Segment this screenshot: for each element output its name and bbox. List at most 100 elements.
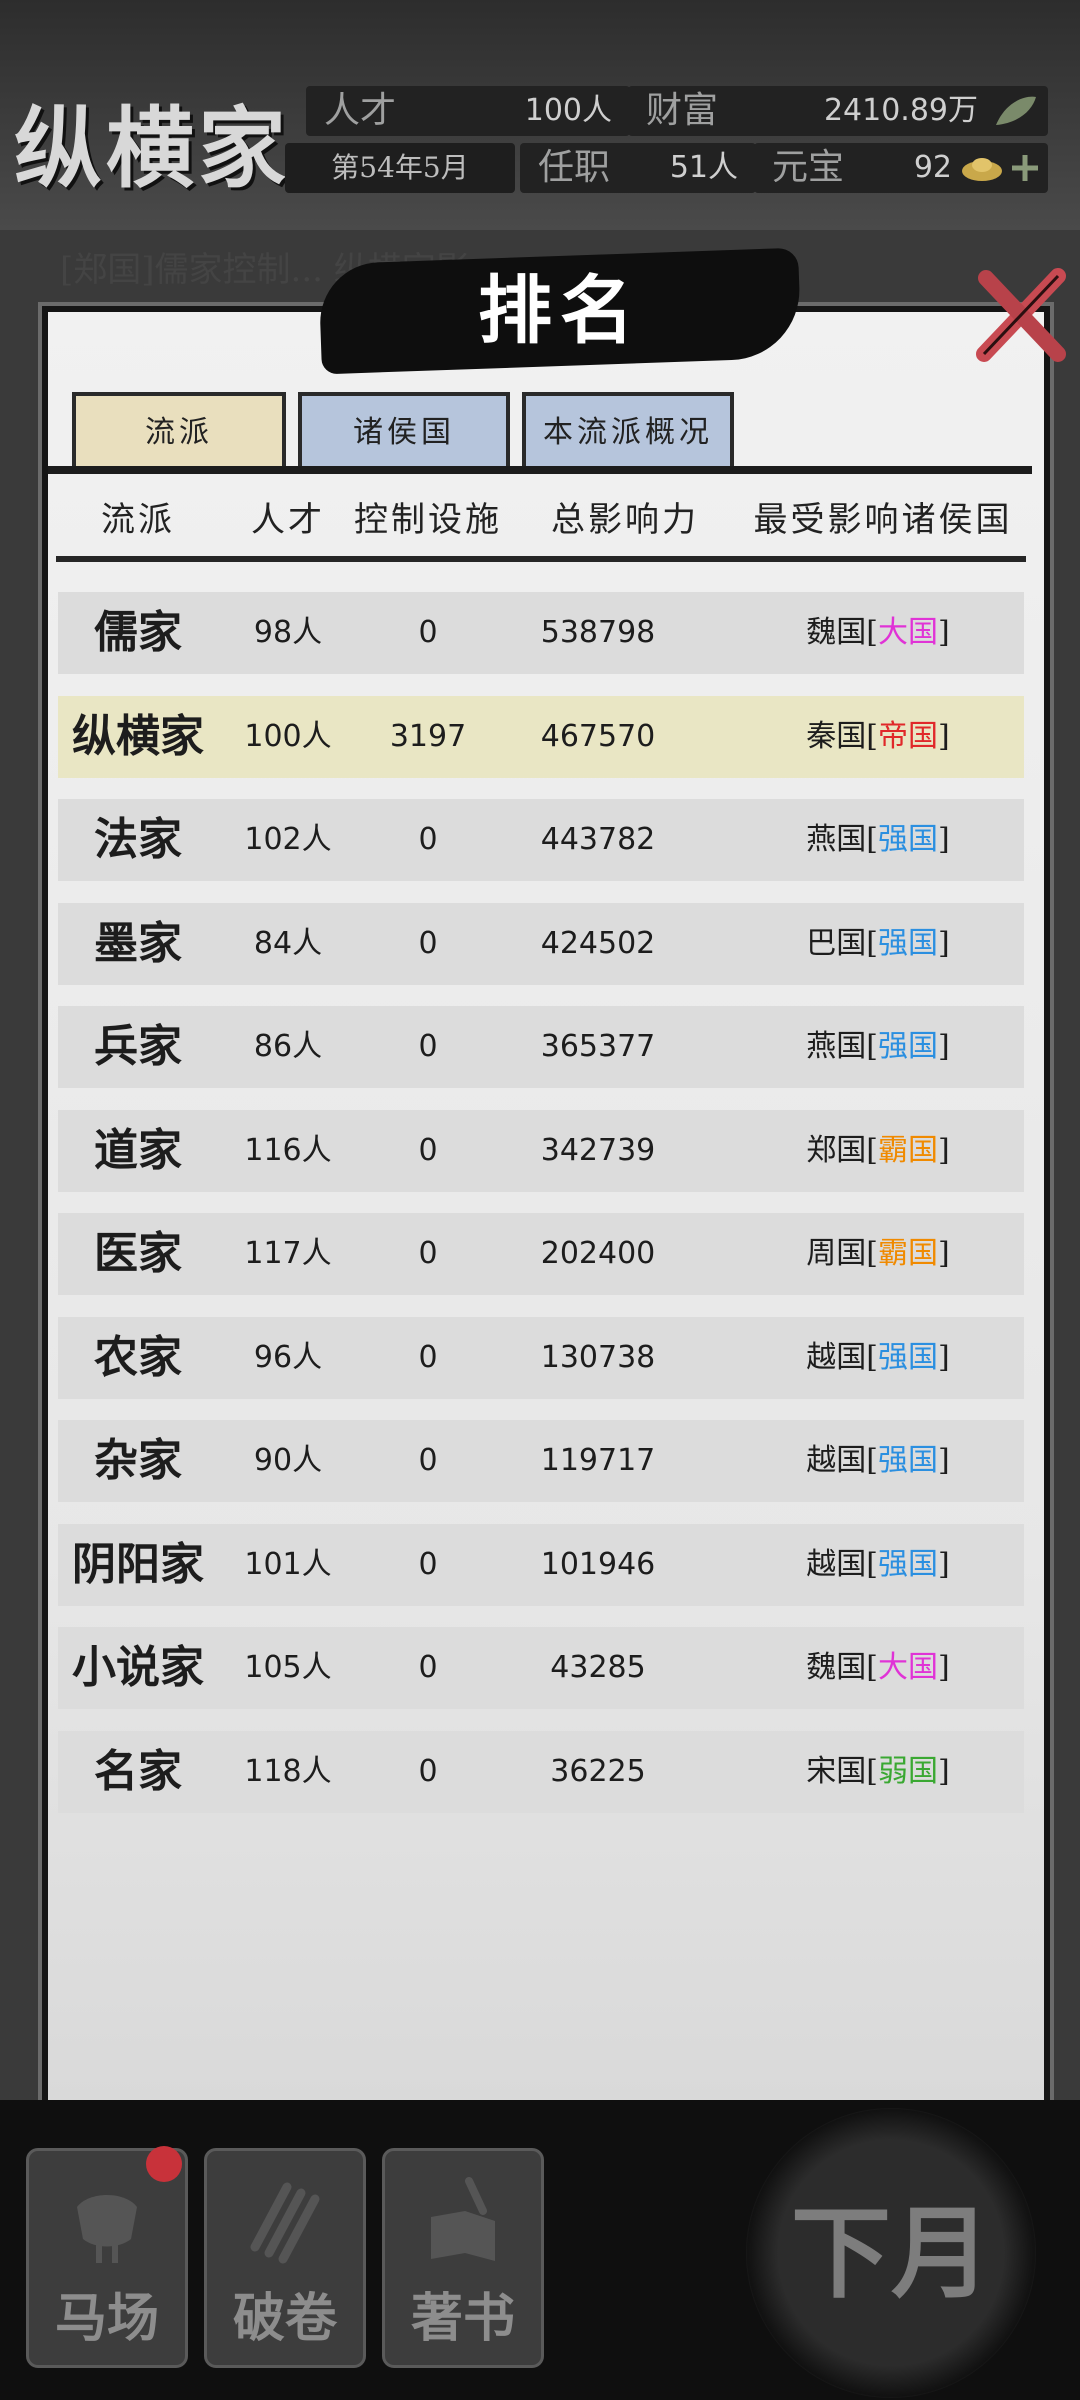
influence-value: 119717 bbox=[540, 1443, 656, 1478]
state-rank: 大国 bbox=[878, 615, 938, 650]
state-rank: 强国 bbox=[878, 822, 938, 857]
table-row[interactable]: 法家 102人 0 443782 燕国[强国] bbox=[58, 799, 1024, 881]
control-count: 0 bbox=[418, 925, 438, 961]
school-name: 儒家 bbox=[94, 607, 182, 658]
table-row[interactable]: 阴阳家 101人 0 101946 越国[强国] bbox=[58, 1523, 1024, 1606]
header-control: 控制设施 bbox=[354, 500, 502, 540]
bracket-close: ] bbox=[938, 615, 950, 650]
control-count: 0 bbox=[418, 1443, 438, 1478]
school-name: 兵家 bbox=[94, 1021, 182, 1072]
notification-dot bbox=[146, 2146, 182, 2182]
state-name: 燕国 bbox=[806, 1029, 867, 1064]
talent-count: 105人 bbox=[244, 1650, 332, 1685]
tab-states[interactable]: 诸侯国 bbox=[298, 392, 510, 470]
influence-value: 101946 bbox=[540, 1546, 656, 1582]
state-name: 周国 bbox=[806, 1236, 867, 1271]
state-cell: 周国[霸国] bbox=[738, 1213, 1018, 1295]
office-stat[interactable]: 任职 51人 bbox=[520, 143, 756, 193]
table-row[interactable]: 兵家 86人 0 365377 燕国[强国] bbox=[58, 1006, 1024, 1088]
bracket-open: [ bbox=[866, 1132, 878, 1168]
tab-school[interactable]: 流派 bbox=[72, 392, 286, 470]
header-talent: 人才 bbox=[251, 500, 325, 540]
plus-icon[interactable] bbox=[1008, 151, 1042, 185]
table-row[interactable]: 农家 96人 0 130738 越国[强国] bbox=[58, 1316, 1024, 1399]
influence-value: 342739 bbox=[540, 1132, 656, 1168]
state-rank: 强国 bbox=[878, 1546, 938, 1582]
scroll-label: 破卷 bbox=[232, 2288, 337, 2349]
control-count: 0 bbox=[418, 1029, 438, 1064]
influence-value: 130738 bbox=[540, 1339, 656, 1375]
tab-overview[interactable]: 本流派概况 bbox=[522, 392, 734, 470]
bracket-close: ] bbox=[938, 925, 950, 961]
wealth-stat[interactable]: 财富 2410.89万 bbox=[628, 86, 1048, 136]
next-month-label: 下月 bbox=[791, 2194, 991, 2312]
talent-label: 人才 bbox=[324, 90, 397, 131]
wealth-label: 财富 bbox=[646, 90, 719, 131]
control-count: 0 bbox=[418, 1546, 438, 1582]
table-row[interactable]: 杂家 90人 0 119717 越国[强国] bbox=[58, 1420, 1024, 1502]
control-count: 0 bbox=[418, 1753, 438, 1789]
control-count: 0 bbox=[418, 1236, 438, 1271]
influence-value: 365377 bbox=[540, 1029, 656, 1064]
bracket-close: ] bbox=[938, 822, 950, 857]
control-count: 0 bbox=[418, 1132, 438, 1168]
school-name: 名家 bbox=[94, 1745, 182, 1797]
saddle-icon bbox=[77, 2195, 137, 2263]
table-row[interactable]: 医家 117人 0 202400 周国[霸国] bbox=[58, 1213, 1024, 1295]
school-name: 医家 bbox=[94, 1228, 182, 1279]
control-count: 3197 bbox=[389, 718, 467, 754]
table-row[interactable]: 墨家 84人 0 424502 巴国[强国] bbox=[58, 902, 1024, 985]
bracket-close: ] bbox=[938, 1753, 950, 1789]
talent-count: 84人 bbox=[253, 925, 323, 961]
state-cell: 巴国[强国] bbox=[738, 903, 1018, 985]
next-month-button[interactable]: 下月 bbox=[746, 2108, 1036, 2398]
bracket-open: [ bbox=[866, 822, 878, 857]
close-icon[interactable] bbox=[966, 262, 1076, 372]
influence-value: 43285 bbox=[550, 1650, 646, 1685]
talent-count: 100人 bbox=[244, 718, 332, 754]
talent-stat[interactable]: 人才 100人 bbox=[306, 86, 630, 136]
table-row[interactable]: 纵横家 100人 3197 467570 秦国[帝国] bbox=[58, 695, 1024, 778]
tab-divider bbox=[48, 466, 1032, 474]
influence-value: 202400 bbox=[540, 1236, 656, 1271]
talent-count: 102人 bbox=[244, 822, 332, 857]
bracket-close: ] bbox=[938, 1650, 950, 1685]
top-hud: 纵横家 人才 100人 财富 2410.89万 第54年5月 任职 51人 元宝… bbox=[0, 0, 1080, 230]
scroll-button[interactable]: 破卷 bbox=[204, 2148, 366, 2368]
write-book-label: 著书 bbox=[410, 2288, 515, 2349]
talent-count: 117人 bbox=[244, 1236, 332, 1271]
ingot-stat[interactable]: 元宝 92 bbox=[754, 143, 1048, 193]
state-rank: 帝国 bbox=[878, 718, 938, 754]
state-name: 越国 bbox=[806, 1443, 867, 1478]
talent-value: 100人 bbox=[524, 93, 612, 128]
office-value: 51人 bbox=[669, 150, 738, 185]
ingot-value: 92 bbox=[913, 150, 952, 185]
bracket-close: ] bbox=[938, 1546, 950, 1582]
state-rank: 霸国 bbox=[878, 1236, 938, 1271]
control-count: 0 bbox=[418, 1339, 438, 1375]
influence-value: 36225 bbox=[550, 1753, 646, 1789]
table-row[interactable]: 名家 118人 0 36225 宋国[弱国] bbox=[58, 1730, 1024, 1813]
bracket-open: [ bbox=[866, 615, 878, 650]
state-name: 魏国 bbox=[806, 615, 867, 650]
school-name: 道家 bbox=[94, 1124, 182, 1176]
ingot-icon bbox=[962, 158, 1002, 181]
table-row[interactable]: 小说家 105人 0 43285 魏国[大国] bbox=[58, 1627, 1024, 1709]
influence-value: 424502 bbox=[540, 925, 656, 961]
school-name: 阴阳家 bbox=[72, 1538, 204, 1590]
stable-label: 马场 bbox=[54, 2288, 159, 2349]
bracket-close: ] bbox=[938, 1236, 950, 1271]
table-row[interactable]: 道家 116人 0 342739 郑国[霸国] bbox=[58, 1109, 1024, 1192]
state-cell: 越国[强国] bbox=[738, 1420, 1018, 1502]
talent-count: 96人 bbox=[253, 1339, 323, 1375]
state-cell: 秦国[帝国] bbox=[738, 696, 1018, 778]
influence-value: 467570 bbox=[540, 718, 656, 754]
write-book-button[interactable]: 著书 bbox=[382, 2148, 544, 2368]
header-influence: 总影响力 bbox=[551, 500, 699, 540]
state-rank: 强国 bbox=[878, 1029, 938, 1064]
school-name: 小说家 bbox=[72, 1642, 204, 1693]
table-row[interactable]: 儒家 98人 0 538798 魏国[大国] bbox=[58, 592, 1024, 674]
state-rank: 大国 bbox=[878, 1650, 938, 1685]
state-name: 秦国 bbox=[806, 718, 867, 754]
bracket-open: [ bbox=[866, 1546, 878, 1582]
